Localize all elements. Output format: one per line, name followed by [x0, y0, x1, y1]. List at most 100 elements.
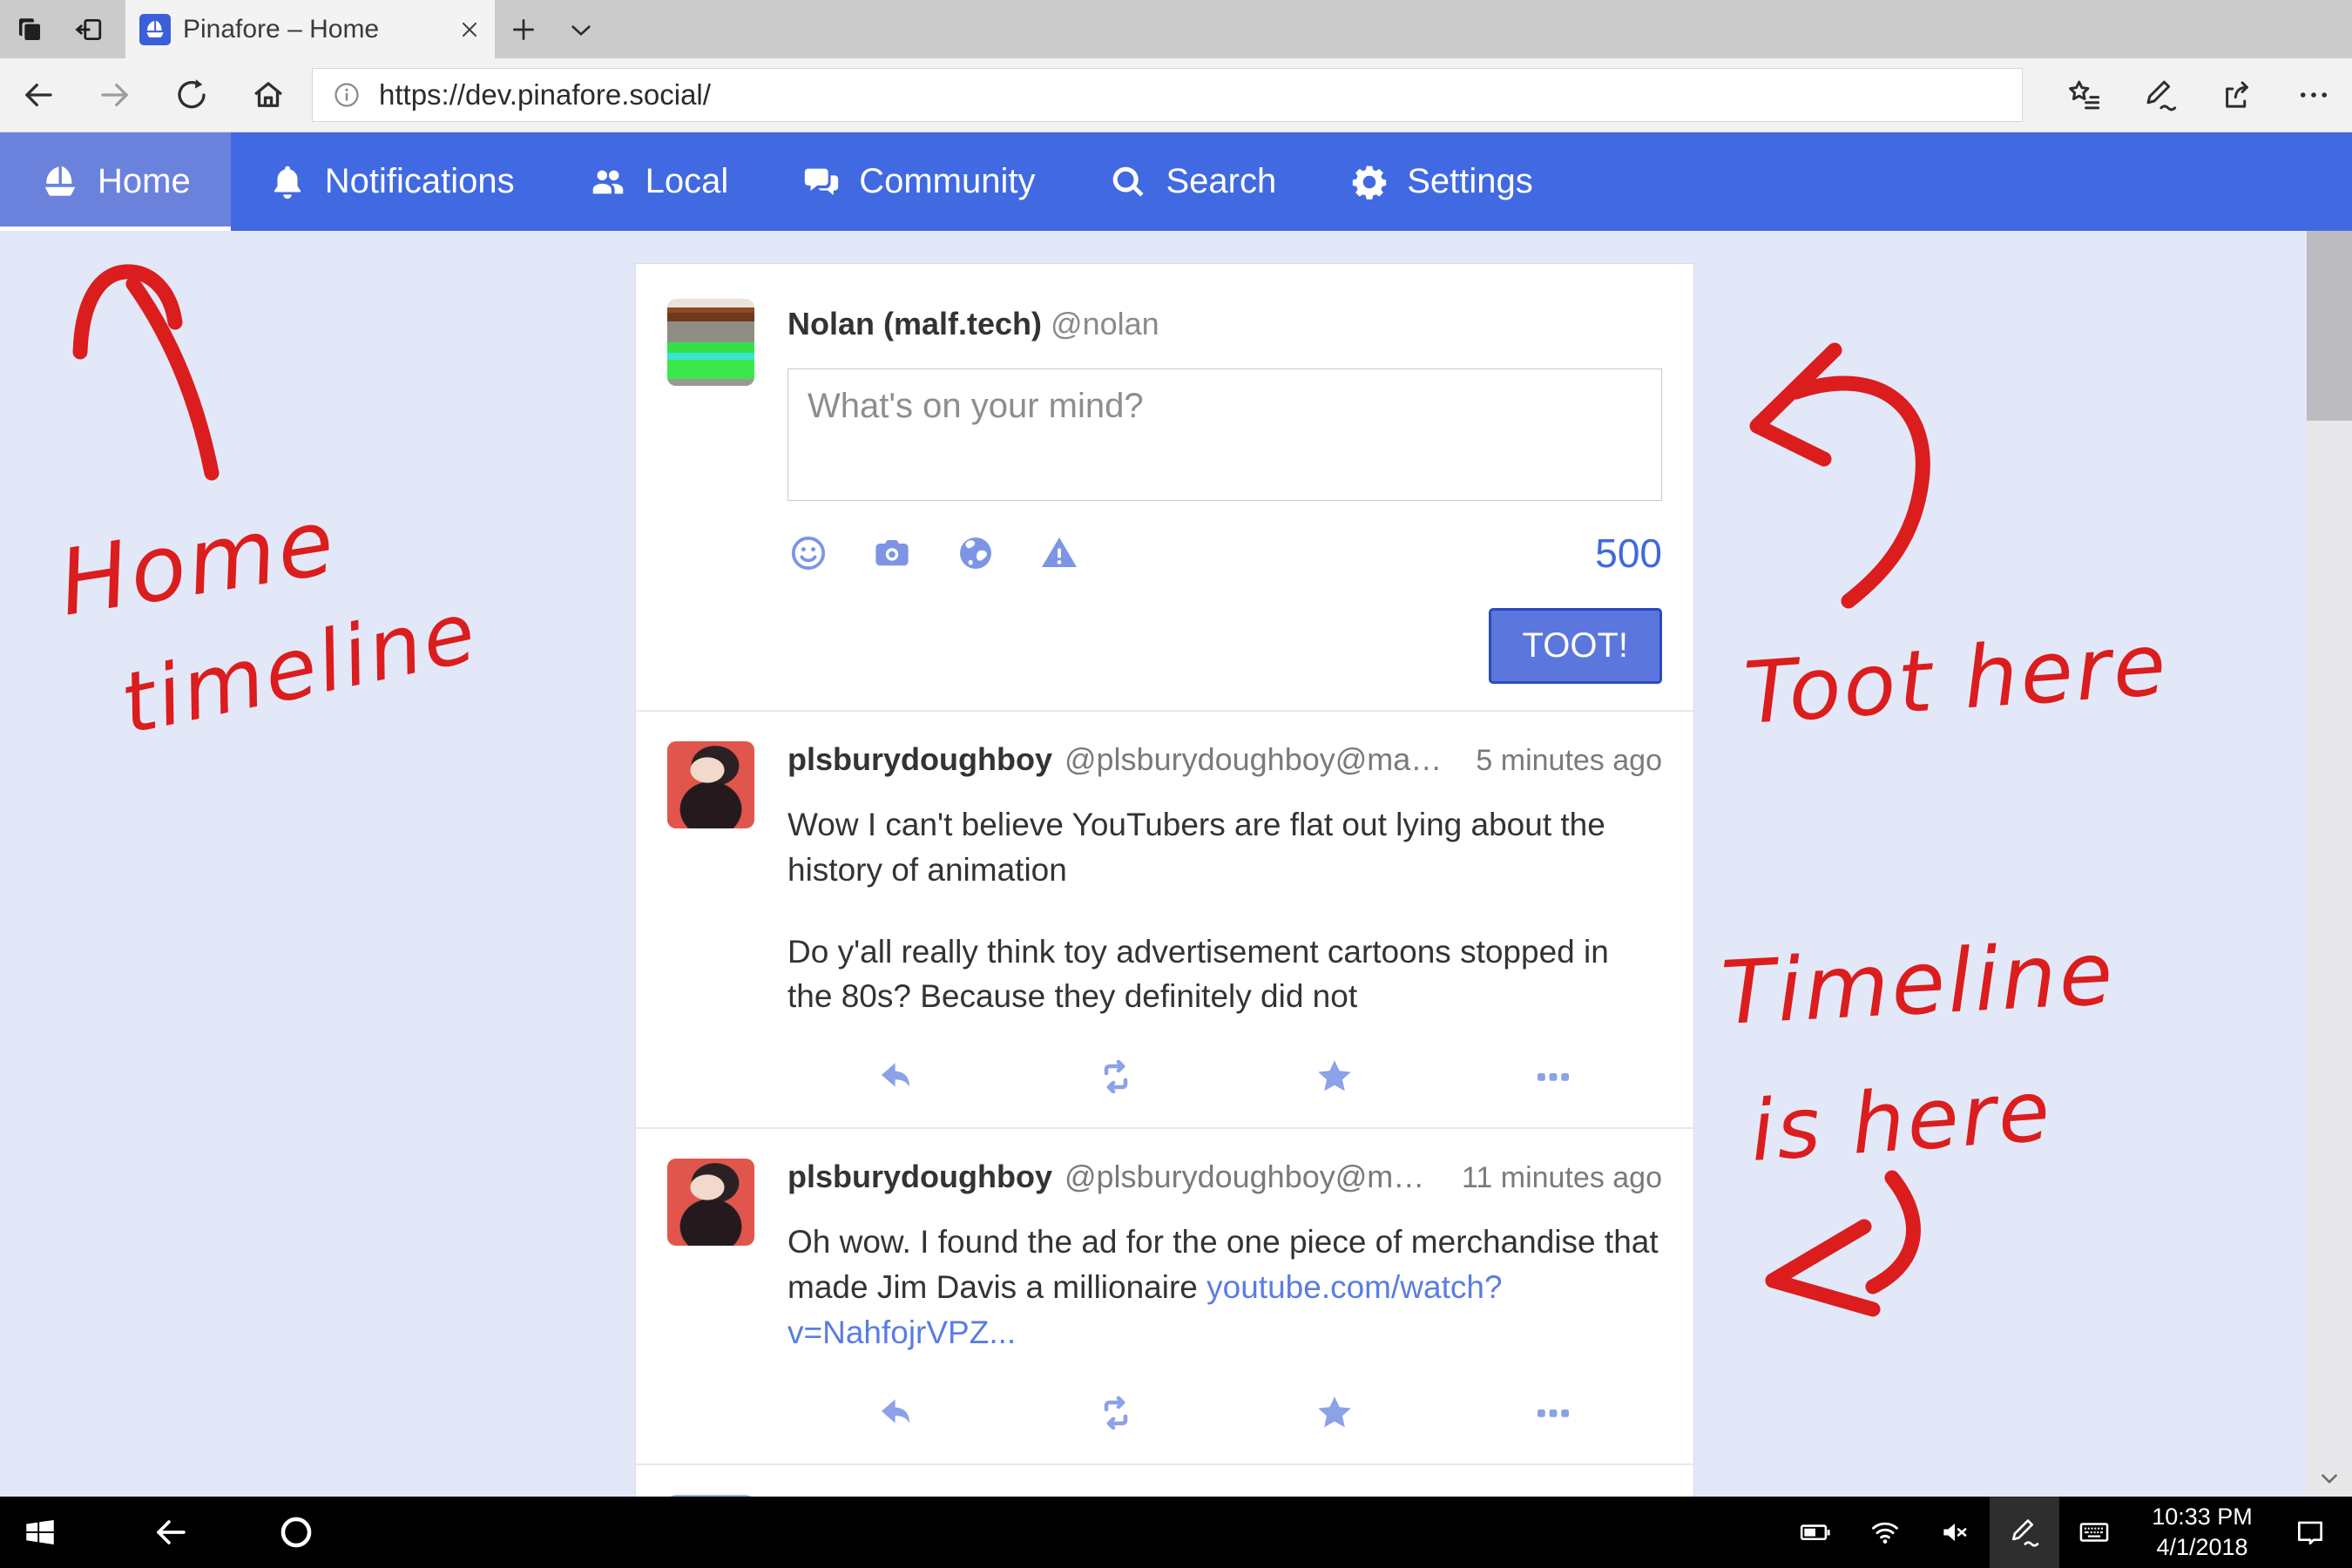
nav-item-search[interactable]: Search [1071, 132, 1313, 231]
forward-button[interactable] [77, 58, 153, 132]
chat-bubbles-icon [801, 162, 841, 202]
post: plsburydoughboy @plsburydoughboy@mastodo… [636, 710, 1693, 1127]
volume-muted-icon [1938, 1516, 1971, 1549]
avatar[interactable] [667, 741, 754, 828]
volume-button[interactable] [1920, 1497, 1990, 1568]
network-button[interactable] [1850, 1497, 1920, 1568]
globe-icon [955, 532, 997, 574]
post-timestamp[interactable]: 5 minutes ago [1458, 744, 1662, 778]
nav-label: Search [1166, 162, 1276, 201]
char-count: 500 [1595, 530, 1662, 577]
nav-label: Settings [1407, 162, 1533, 201]
scrollbar-thumb[interactable] [2307, 231, 2352, 421]
taskbar-back-button[interactable] [131, 1497, 211, 1568]
touch-keyboard-button[interactable] [2059, 1497, 2129, 1568]
boost-button[interactable] [1006, 1392, 1225, 1434]
battery-button[interactable] [1781, 1497, 1850, 1568]
post-paragraph: Do y'all really think toy advertisement … [787, 929, 1662, 1020]
clock-time: 10:33 PM [2152, 1502, 2253, 1532]
more-options-button[interactable] [1443, 1056, 1662, 1098]
compose-account: Nolan (malf.tech) @nolan [787, 306, 1662, 342]
more-icon [2295, 77, 2332, 113]
toot-button[interactable]: TOOT! [1489, 608, 1662, 684]
address-bar[interactable]: https://dev.pinafore.social/ [312, 68, 2023, 122]
system-tray: 10:33 PM 4/1/2018 [1781, 1497, 2352, 1568]
site-info-button[interactable] [332, 80, 362, 110]
favorites-hub-icon [2065, 77, 2102, 113]
back-button[interactable] [0, 58, 77, 132]
favorite-button[interactable] [1225, 1056, 1443, 1098]
pen-settings-button[interactable] [1990, 1497, 2059, 1568]
post-actions [787, 1056, 1662, 1098]
privacy-button[interactable] [955, 532, 997, 574]
nav-item-settings[interactable]: Settings [1313, 132, 1570, 231]
action-center-button[interactable] [2275, 1497, 2345, 1568]
tab-preview-button[interactable] [552, 0, 610, 58]
favorites-hub-button[interactable] [2045, 58, 2122, 132]
refresh-button[interactable] [153, 58, 230, 132]
compose-input[interactable] [787, 368, 1662, 501]
more-options-button[interactable] [1443, 1392, 1662, 1434]
cortana-button[interactable] [256, 1497, 336, 1568]
emoji-icon [787, 532, 829, 574]
post-timestamp[interactable]: 11 minutes ago [1444, 1161, 1662, 1195]
post-header: plsburydoughboy @plsburydoughboy@mastodo… [787, 741, 1662, 778]
tab-close-button[interactable] [458, 18, 481, 41]
new-tab-button[interactable] [495, 0, 552, 58]
restore-tabs-button[interactable] [59, 0, 118, 58]
settings-more-button[interactable] [2275, 58, 2352, 132]
boost-button[interactable] [1006, 1056, 1225, 1098]
wifi-icon [1869, 1516, 1902, 1549]
web-note-button[interactable] [2122, 58, 2199, 132]
sailboat-icon [144, 18, 166, 41]
forward-icon [97, 77, 133, 113]
post-handle[interactable]: @plsburydoughboy@mastodon.s... [1064, 1159, 1432, 1195]
nav-label: Home [98, 162, 191, 201]
attach-media-button[interactable] [871, 532, 913, 574]
people-icon [588, 162, 628, 202]
scrollbar-down-button[interactable] [2307, 1467, 2352, 1490]
page-content: Nolan (malf.tech) @nolan [0, 231, 2352, 1497]
post-actions [787, 1392, 1662, 1434]
reply-button[interactable] [787, 1056, 1006, 1098]
content-warning-button[interactable] [1038, 532, 1080, 574]
post-display-name[interactable]: plsburydoughboy [787, 1159, 1052, 1195]
reply-icon [876, 1392, 918, 1434]
favorite-button[interactable] [1225, 1392, 1443, 1434]
nav-item-notifications[interactable]: Notifications [231, 132, 551, 231]
nav-item-home[interactable]: Home [0, 132, 231, 231]
url-text[interactable]: https://dev.pinafore.social/ [379, 78, 711, 112]
post-body: Oh wow. I found the ad for the one piece… [787, 1220, 1662, 1355]
start-button[interactable] [0, 1497, 80, 1568]
emoji-button[interactable] [787, 532, 829, 574]
sailboat-icon [40, 162, 80, 202]
search-icon [1108, 162, 1148, 202]
post-display-name[interactable]: plsburydoughboy [787, 741, 1052, 778]
clock-date: 4/1/2018 [2156, 1532, 2247, 1563]
web-note-pen-icon [2142, 77, 2179, 113]
info-icon [332, 80, 362, 110]
avatar[interactable] [667, 1159, 754, 1246]
post-paragraph: Wow I can't believe YouTubers are flat o… [787, 802, 1662, 893]
post-handle[interactable]: @plsburydoughboy@mastodon.so... [1064, 741, 1446, 778]
browser-tab[interactable]: Pinafore – Home [125, 0, 495, 58]
window-scrollbar[interactable] [2307, 231, 2352, 1497]
back-icon [152, 1514, 189, 1551]
taskbar: 10:33 PM 4/1/2018 [0, 1497, 2352, 1568]
reply-button[interactable] [787, 1392, 1006, 1434]
toolbar-right-actions [2045, 58, 2352, 132]
taskbar-clock[interactable]: 10:33 PM 4/1/2018 [2129, 1497, 2275, 1568]
set-aside-tabs-button[interactable] [0, 0, 59, 58]
windows-start-icon [22, 1514, 58, 1551]
home-button[interactable] [230, 58, 307, 132]
back-icon [20, 77, 57, 113]
nav-label: Community [859, 162, 1035, 201]
compose-box: Nolan (malf.tech) @nolan [636, 264, 1693, 710]
share-button[interactable] [2199, 58, 2275, 132]
restore-tabs-icon [74, 15, 104, 44]
chevron-down-icon [2318, 1467, 2341, 1490]
nav-item-local[interactable]: Local [551, 132, 766, 231]
screen: Pinafore – Home https://de [0, 0, 2352, 1568]
nav-item-community[interactable]: Community [765, 132, 1071, 231]
avatar[interactable] [667, 299, 754, 386]
